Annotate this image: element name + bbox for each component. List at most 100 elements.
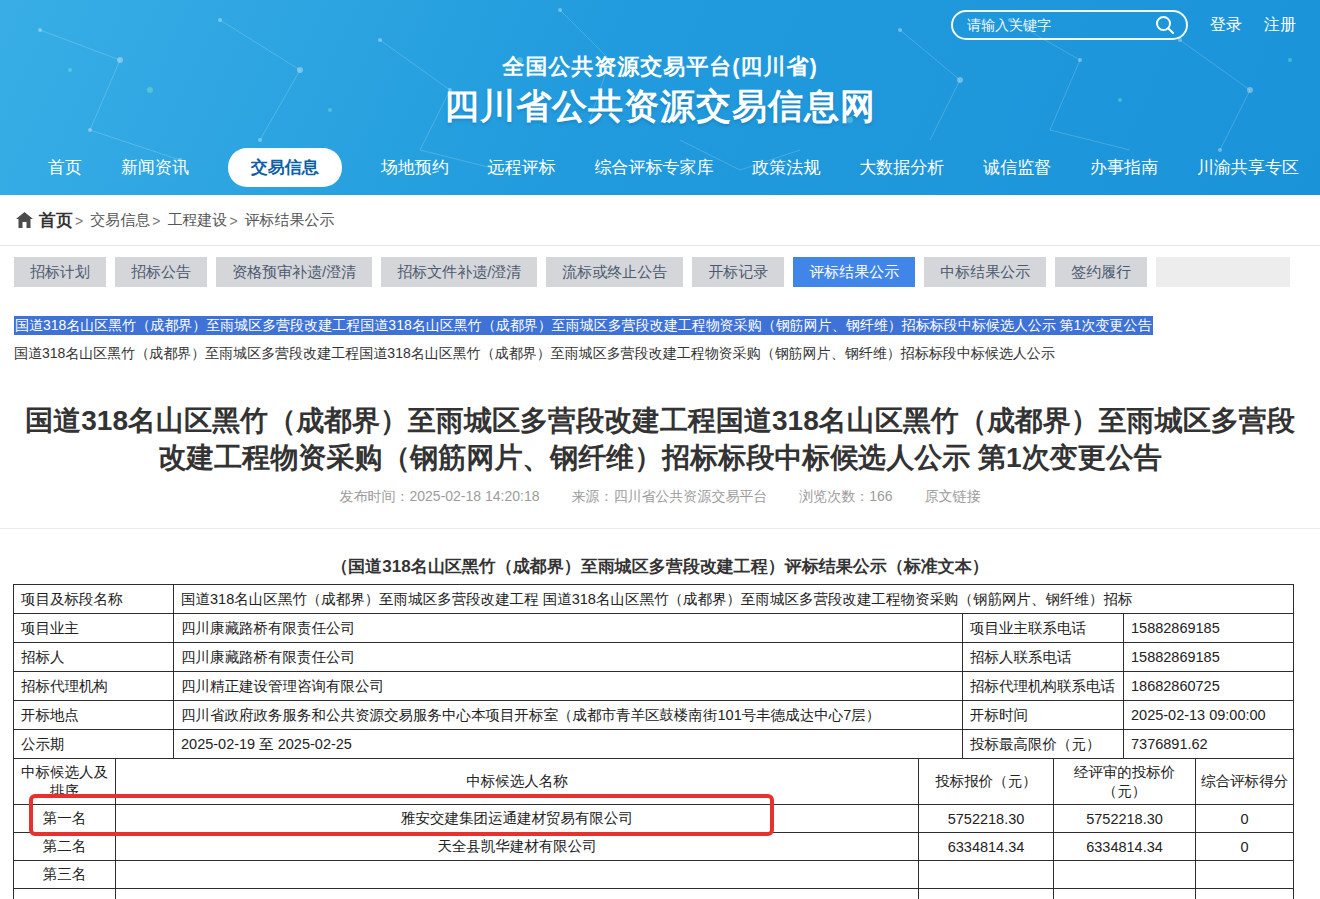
nav-item-home[interactable]: 首页 bbox=[48, 156, 82, 179]
row-value2: 2025-02-13 09:00:00 bbox=[1124, 701, 1294, 730]
nav-item-remote-eval[interactable]: 远程评标 bbox=[488, 156, 556, 179]
divider bbox=[0, 528, 1320, 529]
article-meta: 发布时间：2025-02-18 14:20:18 来源：四川省公共资源交易平台 … bbox=[0, 488, 1320, 506]
header-toolbar: 登录 注册 bbox=[951, 10, 1296, 40]
search-icon[interactable] bbox=[1154, 14, 1176, 36]
breadcrumb-trade-info[interactable]: 交易信息 bbox=[90, 211, 150, 230]
col-bid: 投标报价（元） bbox=[919, 759, 1054, 805]
views-label: 浏览次数： bbox=[799, 488, 869, 504]
row-value: 四川康藏路桥有限责任公司 bbox=[174, 643, 963, 672]
views-count: 166 bbox=[869, 488, 892, 504]
annotation-highlight-box bbox=[29, 794, 774, 836]
row-label2: 招标代理机构联系电话 bbox=[963, 672, 1124, 701]
row-label: 公示期 bbox=[14, 730, 174, 759]
page: 登录 注册 全国公共资源交易平台(四川省) 四川省公共资源交易信息网 首页 新闻… bbox=[0, 0, 1320, 899]
article-title: 国道318名山区黑竹（成都界）至雨城区多营段改建工程国道318名山区黑竹（成都界… bbox=[17, 402, 1303, 476]
site-header: 登录 注册 全国公共资源交易平台(四川省) 四川省公共资源交易信息网 首页 新闻… bbox=[0, 0, 1320, 195]
col-reviewed: 经评审的投标价（元） bbox=[1054, 759, 1196, 805]
row-value2: 7376891.62 bbox=[1124, 730, 1294, 759]
candidate-score bbox=[1196, 861, 1294, 889]
publish-time-label: 发布时间： bbox=[339, 488, 409, 504]
row-value: 四川省政府政务服务和公共资源交易服务中心本项目开标室（成都市青羊区鼓楼南街101… bbox=[174, 701, 963, 730]
tab-failed-notice[interactable]: 流标或终止公告 bbox=[546, 257, 683, 287]
table-caption: （国道318名山区黑竹（成都界）至雨城区多营段改建工程）评标结果公示（标准文本） bbox=[0, 555, 1320, 578]
search-input[interactable] bbox=[967, 17, 1154, 33]
tab-prequal-supplement[interactable]: 资格预审补遗/澄清 bbox=[216, 257, 372, 287]
candidate-reviewed: 5752218.30 bbox=[1054, 805, 1196, 833]
table-row: 招标人 四川康藏路桥有限责任公司 招标人联系电话 15882869185 bbox=[14, 643, 1294, 672]
row-label: 项目业主 bbox=[14, 614, 174, 643]
result-list-item-selected[interactable]: 国道318名山区黑竹（成都界）至雨城区多营段改建工程国道318名山区黑竹（成都界… bbox=[14, 315, 1320, 335]
row-label2: 投标最高限价（元） bbox=[963, 730, 1124, 759]
home-icon bbox=[16, 212, 33, 228]
row-value2: 15882869185 bbox=[1124, 643, 1294, 672]
tab-bid-plan[interactable]: 招标计划 bbox=[14, 257, 106, 287]
nav-item-bigdata[interactable]: 大数据分析 bbox=[859, 156, 944, 179]
row-label2: 项目业主联系电话 bbox=[963, 614, 1124, 643]
breadcrumb-home[interactable]: 首页 bbox=[39, 209, 73, 232]
row-value: 四川精正建设管理咨询有限公司 bbox=[174, 672, 963, 701]
search-box[interactable] bbox=[951, 10, 1188, 40]
candidate-row-2: 第二名 天全县凯华建材有限公司 6334814.34 6334814.34 0 bbox=[14, 833, 1294, 861]
nav-item-guide[interactable]: 办事指南 bbox=[1090, 156, 1158, 179]
nav-item-chuanyu[interactable]: 川渝共享专区 bbox=[1197, 156, 1299, 179]
breadcrumb: 首页 > 交易信息 > 工程建设 > 评标结果公示 bbox=[0, 195, 1320, 246]
tab-eval-result[interactable]: 评标结果公示 bbox=[793, 257, 915, 287]
table-row: 开标地点 四川省政府政务服务和公共资源交易服务中心本项目开标室（成都市青羊区鼓楼… bbox=[14, 701, 1294, 730]
nav-item-integrity[interactable]: 诚信监督 bbox=[983, 156, 1051, 179]
candidate-score: 0 bbox=[1196, 805, 1294, 833]
row-label: 招标代理机构 bbox=[14, 672, 174, 701]
origin-link[interactable]: 原文链接 bbox=[925, 488, 981, 504]
table-row: 招标代理机构 四川精正建设管理咨询有限公司 招标代理机构联系电话 1868286… bbox=[14, 672, 1294, 701]
candidate-reviewed bbox=[1054, 861, 1196, 889]
tabs-filler bbox=[1156, 257, 1290, 287]
register-link[interactable]: 注册 bbox=[1264, 15, 1296, 36]
row-value: 四川康藏路桥有限责任公司 bbox=[174, 614, 963, 643]
table-row: 项目及标段名称 国道318名山区黑竹（成都界）至雨城区多营段改建工程 国道318… bbox=[14, 585, 1294, 614]
row-label2: 开标时间 bbox=[963, 701, 1124, 730]
candidates-section: 中标候选人及排序 中标候选人名称 投标报价（元） 经评审的投标价（元） 综合评标… bbox=[13, 758, 1293, 899]
tab-bid-notice[interactable]: 招标公告 bbox=[115, 257, 207, 287]
row-value2: 18682860725 bbox=[1124, 672, 1294, 701]
nav-item-policy[interactable]: 政策法规 bbox=[752, 156, 820, 179]
nav-item-news[interactable]: 新闻资讯 bbox=[121, 156, 189, 179]
candidate-score: 0 bbox=[1196, 833, 1294, 861]
candidate-name bbox=[116, 861, 919, 889]
row-label: 开标地点 bbox=[14, 701, 174, 730]
project-info-table: 项目及标段名称 国道318名山区黑竹（成都界）至雨城区多营段改建工程 国道318… bbox=[13, 584, 1294, 759]
main-nav: 首页 新闻资讯 交易信息 场地预约 远程评标 综合评标专家库 政策法规 大数据分… bbox=[0, 149, 1320, 186]
tab-award-result[interactable]: 中标结果公示 bbox=[924, 257, 1046, 287]
row-value: 2025-02-19 至 2025-02-25 bbox=[174, 730, 963, 759]
candidate-bid: 6334814.34 bbox=[919, 833, 1054, 861]
nav-item-trade-info[interactable]: 交易信息 bbox=[228, 148, 342, 187]
publish-time: 2025-02-18 14:20:18 bbox=[409, 488, 539, 504]
source-label: 来源： bbox=[571, 488, 613, 504]
col-score: 综合评标得分 bbox=[1196, 759, 1294, 805]
source-value: 四川省公共资源交易平台 bbox=[613, 488, 767, 504]
table-row: 项目业主 四川康藏路桥有限责任公司 项目业主联系电话 15882869185 bbox=[14, 614, 1294, 643]
table-row: 公示期 2025-02-19 至 2025-02-25 投标最高限价（元） 73… bbox=[14, 730, 1294, 759]
tab-opening-record[interactable]: 开标记录 bbox=[692, 257, 784, 287]
tab-doc-supplement[interactable]: 招标文件补遗/澄清 bbox=[381, 257, 537, 287]
candidate-rank: 第二名 bbox=[14, 833, 116, 861]
nav-item-expert-pool[interactable]: 综合评标专家库 bbox=[594, 156, 713, 179]
candidate-bid bbox=[919, 861, 1054, 889]
breadcrumb-separator: > bbox=[75, 213, 83, 229]
breadcrumb-engineering[interactable]: 工程建设 bbox=[167, 211, 227, 230]
login-link[interactable]: 登录 bbox=[1210, 15, 1242, 36]
candidate-bid: 5752218.30 bbox=[919, 805, 1054, 833]
breadcrumb-separator: > bbox=[229, 213, 237, 229]
category-tabs: 招标计划 招标公告 资格预审补遗/澄清 招标文件补遗/澄清 流标或终止公告 开标… bbox=[14, 257, 1290, 287]
row-label2: 招标人联系电话 bbox=[963, 643, 1124, 672]
candidate-row-4 bbox=[14, 889, 1294, 899]
tab-contract[interactable]: 签约履行 bbox=[1055, 257, 1147, 287]
candidate-name: 天全县凯华建材有限公司 bbox=[116, 833, 919, 861]
breadcrumb-separator: > bbox=[152, 213, 160, 229]
row-label: 项目及标段名称 bbox=[14, 585, 174, 614]
result-list-item[interactable]: 国道318名山区黑竹（成都界）至雨城区多营段改建工程国道318名山区黑竹（成都界… bbox=[14, 345, 1320, 363]
row-value2: 15882869185 bbox=[1124, 614, 1294, 643]
nav-item-venue[interactable]: 场地预约 bbox=[381, 156, 449, 179]
candidate-row-3: 第三名 bbox=[14, 861, 1294, 889]
breadcrumb-eval-result[interactable]: 评标结果公示 bbox=[245, 211, 335, 230]
candidate-reviewed: 6334814.34 bbox=[1054, 833, 1196, 861]
